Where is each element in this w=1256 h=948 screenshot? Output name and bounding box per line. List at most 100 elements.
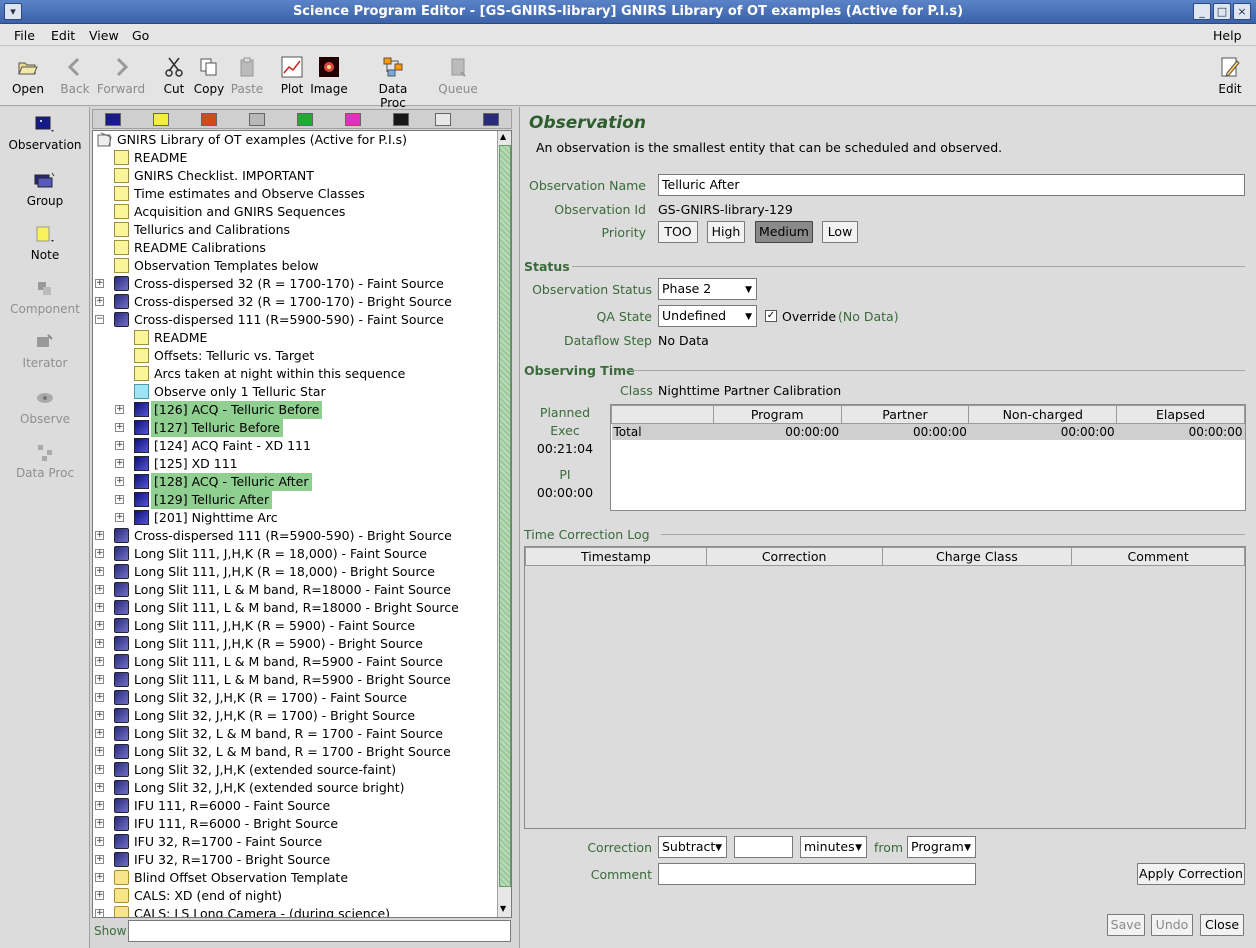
open-button[interactable]: Open xyxy=(10,56,46,96)
expand-icon[interactable]: + xyxy=(115,441,124,450)
tree-item[interactable]: + Long Slit 111, J,H,K (R = 5900) - Brigh… xyxy=(93,635,497,653)
comment-input[interactable] xyxy=(658,863,976,885)
tree-item[interactable]: Time estimates and Observe Classes xyxy=(93,185,497,203)
expand-icon[interactable]: + xyxy=(95,279,104,288)
expand-icon[interactable]: + xyxy=(95,567,104,576)
tree-item[interactable]: + [125] XD 111 xyxy=(93,455,497,473)
tree-item[interactable]: README xyxy=(93,329,497,347)
palette-observation-icon[interactable] xyxy=(105,113,121,126)
tree-item[interactable]: Offsets: Telluric vs. Target xyxy=(93,347,497,365)
tree-item[interactable]: + CALS: XD (end of night) xyxy=(93,887,497,905)
palette-gray-icon[interactable] xyxy=(249,113,265,126)
tree-item[interactable]: Tellurics and Calibrations xyxy=(93,221,497,239)
close-window-icon[interactable]: × xyxy=(1233,3,1251,20)
expand-icon[interactable]: + xyxy=(95,837,104,846)
palette-note-icon[interactable] xyxy=(153,113,169,126)
tree-item[interactable]: + Blind Offset Observation Template xyxy=(93,869,497,887)
priority-medium-button[interactable]: Medium xyxy=(755,221,813,243)
time-correction-log-table[interactable]: Timestamp Correction Charge Class Commen… xyxy=(524,546,1246,829)
expand-icon[interactable]: + xyxy=(95,855,104,864)
tree-item[interactable]: + IFU 32, R=1700 - Bright Source xyxy=(93,851,497,869)
tree-item[interactable]: + Long Slit 111, L & M band, R=5900 - Bri… xyxy=(93,671,497,689)
expand-icon[interactable]: + xyxy=(95,783,104,792)
tree-item[interactable]: GNIRS Checklist. IMPORTANT xyxy=(93,167,497,185)
tree-item[interactable]: + [201] Nighttime Arc xyxy=(93,509,497,527)
tree-item[interactable]: + Long Slit 32, J,H,K (extended source-fa… xyxy=(93,761,497,779)
image-button[interactable]: Image xyxy=(310,56,348,96)
expand-icon[interactable]: + xyxy=(95,729,104,738)
tree-item[interactable]: + IFU 111, R=6000 - Faint Source xyxy=(93,797,497,815)
expand-icon[interactable]: + xyxy=(95,891,104,900)
tree-item[interactable]: + IFU 32, R=1700 - Faint Source xyxy=(93,833,497,851)
expand-icon[interactable]: + xyxy=(115,423,124,432)
tree-item[interactable]: + Cross-dispersed 32 (R = 1700-170) - Fai… xyxy=(93,275,497,293)
maximize-icon[interactable]: □ xyxy=(1213,3,1231,20)
log-col-charge-class[interactable]: Charge Class xyxy=(881,547,1073,566)
tree-item[interactable]: + [128] ACQ - Telluric After xyxy=(93,473,497,491)
expand-icon[interactable]: + xyxy=(95,657,104,666)
expand-icon[interactable]: + xyxy=(95,549,104,558)
palette-magenta-icon[interactable] xyxy=(345,113,361,126)
undo-button[interactable]: Undo xyxy=(1151,914,1193,936)
expand-icon[interactable]: + xyxy=(115,513,124,522)
time-total-row[interactable]: Total 00:00:00 00:00:00 00:00:00 00:00:0… xyxy=(611,423,1245,440)
expand-icon[interactable]: + xyxy=(95,747,104,756)
scroll-up-icon[interactable]: ▲ xyxy=(500,132,506,141)
tree-item[interactable]: + [129] Telluric After xyxy=(93,491,497,509)
palette-red-icon[interactable] xyxy=(201,113,217,126)
menu-file[interactable]: File xyxy=(14,28,35,43)
log-col-comment[interactable]: Comment xyxy=(1071,547,1245,566)
obs-status-select[interactable]: Phase 2 ▼ xyxy=(658,278,757,300)
tree-item[interactable]: + Long Slit 32, J,H,K (extended source br… xyxy=(93,779,497,797)
close-button[interactable]: Close xyxy=(1200,914,1244,936)
expand-icon[interactable]: + xyxy=(95,639,104,648)
tree-item[interactable]: + Long Slit 111, L & M band, R=5900 - Fai… xyxy=(93,653,497,671)
tree-item[interactable]: + Long Slit 32, J,H,K (R = 1700) - Faint … xyxy=(93,689,497,707)
edit-button[interactable]: Edit xyxy=(1212,56,1248,96)
tree-item[interactable]: + Long Slit 111, L & M band, R=18000 - Fa… xyxy=(93,581,497,599)
add-iterator-button[interactable]: Iterator xyxy=(0,333,90,370)
tree-item[interactable]: + Long Slit 111, J,H,K (R = 18,000) - Fai… xyxy=(93,545,497,563)
paste-button[interactable]: Paste xyxy=(230,56,264,96)
plot-button[interactable]: Plot xyxy=(278,56,306,96)
tree-item[interactable]: README xyxy=(93,149,497,167)
expand-icon[interactable]: + xyxy=(95,621,104,630)
menu-view[interactable]: View xyxy=(89,28,119,43)
palette-green-icon[interactable] xyxy=(297,113,313,126)
override-checkbox[interactable]: ✓ xyxy=(765,310,777,322)
observation-name-input[interactable]: Telluric After xyxy=(658,174,1245,196)
save-button[interactable]: Save xyxy=(1107,914,1145,936)
expand-icon[interactable]: + xyxy=(95,585,104,594)
expand-icon[interactable]: + xyxy=(95,531,104,540)
tree-item[interactable]: + [124] ACQ Faint - XD 111 xyxy=(93,437,497,455)
tree-item[interactable]: + Long Slit 111, L & M band, R=18000 - Br… xyxy=(93,599,497,617)
add-observation-button[interactable]: Observation xyxy=(0,115,90,152)
expand-icon[interactable]: + xyxy=(95,675,104,684)
tree-item[interactable]: + CALS: LS Long Camera - (during science) xyxy=(93,905,497,917)
log-col-correction[interactable]: Correction xyxy=(705,547,883,566)
add-data-proc-button[interactable]: Data Proc xyxy=(0,443,90,480)
tree-item[interactable]: + Long Slit 32, L & M band, R = 1700 - Fa… xyxy=(93,725,497,743)
cut-button[interactable]: Cut xyxy=(160,56,188,96)
expand-icon[interactable]: + xyxy=(95,297,104,306)
add-group-button[interactable]: Group xyxy=(0,171,90,208)
expand-icon[interactable]: + xyxy=(115,405,124,414)
tree-item[interactable]: Arcs taken at night within this sequence xyxy=(93,365,497,383)
expand-icon[interactable]: + xyxy=(95,711,104,720)
back-button[interactable]: Back xyxy=(58,56,92,96)
correction-amount-input[interactable] xyxy=(734,836,793,858)
tree-item[interactable]: + [127] Telluric Before xyxy=(93,419,497,437)
tree-item[interactable]: README Calibrations xyxy=(93,239,497,257)
apply-correction-button[interactable]: Apply Correction xyxy=(1137,863,1245,885)
qa-state-select[interactable]: Undefined ▼ xyxy=(658,305,757,327)
expand-icon[interactable]: + xyxy=(95,909,104,917)
log-col-timestamp[interactable]: Timestamp xyxy=(525,547,707,566)
show-filter-input[interactable] xyxy=(128,920,511,942)
palette-group-icon[interactable] xyxy=(483,113,499,126)
queue-button[interactable]: Queue xyxy=(436,56,480,96)
tree-scrollbar-thumb[interactable] xyxy=(499,145,511,887)
correction-op-select[interactable]: Subtract ▼ xyxy=(658,836,727,858)
expand-icon[interactable]: + xyxy=(115,495,124,504)
tree-item[interactable]: + Long Slit 32, J,H,K (R = 1700) - Bright… xyxy=(93,707,497,725)
priority-low-button[interactable]: Low xyxy=(822,221,858,243)
